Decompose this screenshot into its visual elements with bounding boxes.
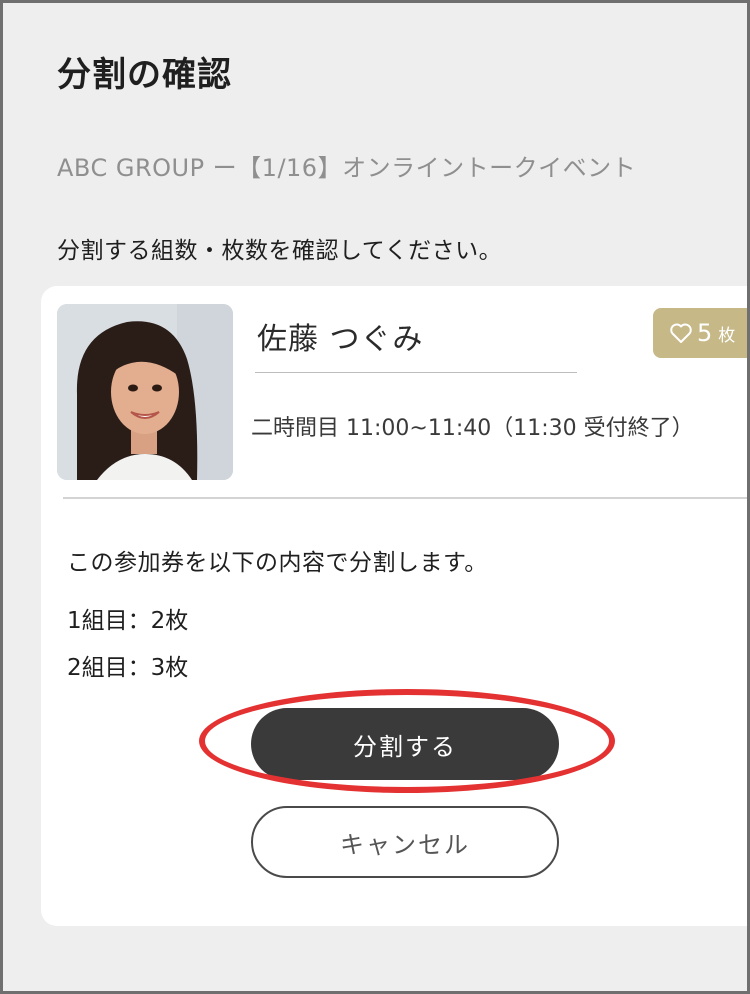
heart-icon	[670, 323, 692, 343]
ticket-card: 佐藤 つぐみ 二時間目 11:00~11:40（11:30 受付終了） 5 枚 …	[41, 286, 747, 926]
split-confirm-dialog: 分割の確認 ABC GROUP ー【1/16】オンライントークイベント 分割する…	[3, 3, 747, 991]
member-photo	[57, 304, 233, 480]
page-title: 分割の確認	[57, 55, 232, 95]
time-slot: 二時間目 11:00~11:40（11:30 受付終了）	[251, 416, 694, 441]
event-name: ABC GROUP ー【1/16】オンライントークイベント	[57, 154, 637, 182]
divider	[63, 497, 747, 499]
split-group-1: 1組目：2枚	[67, 608, 189, 634]
divider	[255, 372, 577, 373]
member-name: 佐藤 つぐみ	[257, 322, 424, 357]
ticket-count: 5	[697, 319, 713, 347]
split-intro-text: この参加券を以下の内容で分割します。	[67, 550, 488, 576]
cancel-button[interactable]: キャンセル	[251, 806, 559, 878]
split-group-2: 2組目：3枚	[67, 655, 189, 681]
ticket-count-badge: 5 枚	[653, 308, 747, 358]
split-button[interactable]: 分割する	[251, 708, 559, 780]
ticket-unit: 枚	[718, 325, 736, 346]
instruction-text: 分割する組数・枚数を確認してください。	[57, 238, 503, 264]
